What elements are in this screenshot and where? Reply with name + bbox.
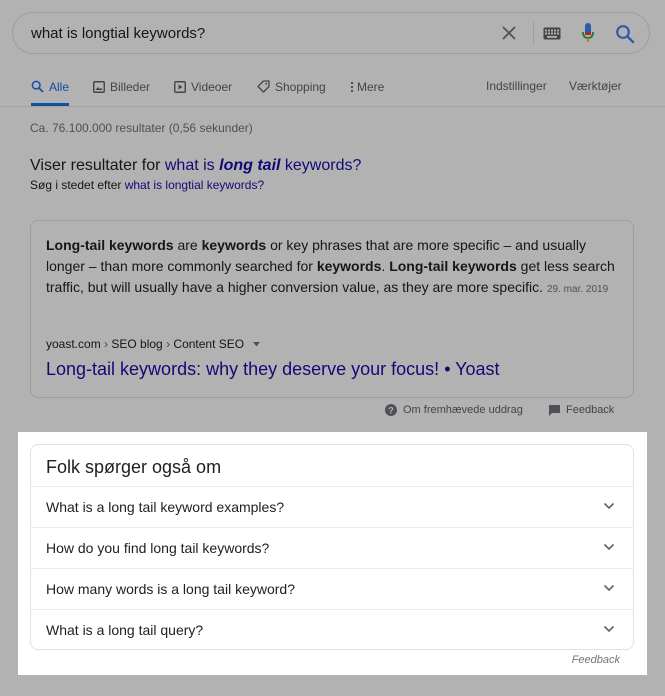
breadcrumb: yoast.com › SEO blog › Content SEO	[46, 337, 261, 351]
result-title-link[interactable]: Long-tail keywords: why they deserve you…	[46, 359, 500, 380]
search-box[interactable]: what is longtial keywords?	[12, 12, 650, 54]
search-icon	[31, 80, 44, 93]
svg-text:?: ?	[388, 405, 394, 415]
more-vert-icon	[350, 81, 354, 92]
search-box-divider	[533, 22, 534, 44]
corrected-query-link[interactable]: what is long tail keywords?	[165, 157, 362, 174]
chevron-down-icon[interactable]	[603, 542, 615, 552]
chevron-down-icon[interactable]	[603, 583, 615, 593]
snippet-text: Long-tail keywords are keywords or key p…	[46, 235, 626, 300]
snippet-keyword: Long-tail keywords	[46, 237, 174, 253]
paa-question[interactable]: How do you find long tail keywords?	[31, 527, 633, 568]
paa-feedback-link[interactable]: Feedback	[572, 654, 620, 666]
paa-title: Folk spørger også om	[46, 457, 222, 477]
search-icon[interactable]	[615, 24, 635, 44]
search-tabs: Alle Billeder Videoer Shopping Mere Inds…	[0, 76, 665, 107]
tab-more[interactable]: Mere	[350, 79, 384, 103]
snippet-feedback[interactable]: Feedback	[549, 404, 614, 416]
people-also-ask: Folk spørger også om What is a long tail…	[30, 444, 634, 650]
search-instead: Søg i stedet efter what is longtial keyw…	[30, 178, 265, 192]
clear-icon[interactable]	[500, 24, 518, 42]
snippet-date: 29. mar. 2019	[547, 284, 609, 295]
snippet-keyword: keywords	[316, 258, 382, 274]
keyboard-icon[interactable]	[543, 27, 561, 40]
image-icon	[93, 80, 105, 93]
result-stats: Ca. 76.100.000 resultater (0,56 sekunder…	[30, 121, 253, 135]
feedback-icon	[549, 404, 560, 416]
chevron-down-icon[interactable]	[603, 624, 615, 634]
tag-icon	[257, 80, 270, 93]
tab-shopping[interactable]: Shopping	[257, 79, 326, 103]
caret-down-icon[interactable]	[253, 342, 261, 347]
microphone-icon[interactable]	[581, 22, 595, 44]
tab-all[interactable]: Alle	[31, 79, 70, 106]
featured-snippet: Long-tail keywords are keywords or key p…	[30, 220, 634, 398]
tab-videos[interactable]: Videoer	[174, 79, 232, 103]
original-query-link[interactable]: what is longtial keywords?	[125, 178, 264, 192]
help-icon: ?	[385, 404, 397, 417]
snippet-text-part: are	[173, 237, 202, 253]
about-featured-snippets[interactable]: ? Om fremhævede uddrag	[385, 404, 523, 417]
snippet-keyword: keywords	[201, 237, 267, 253]
snippet-keyword: Long-tail keywords	[389, 258, 517, 274]
tools-link[interactable]: Værktøjer	[569, 79, 622, 103]
google-results-page: what is longtial keywords? Alle Billeder…	[0, 0, 665, 696]
chevron-down-icon[interactable]	[603, 501, 615, 511]
paa-question[interactable]: How many words is a long tail keyword?	[31, 568, 633, 609]
search-input[interactable]: what is longtial keywords?	[31, 25, 205, 42]
spelling-correction: Viser resultater for what is long tail k…	[30, 157, 362, 174]
tab-images[interactable]: Billeder	[93, 79, 150, 103]
settings-link[interactable]: Indstillinger	[486, 79, 547, 103]
paa-question[interactable]: What is a long tail keyword examples?	[31, 486, 633, 527]
paa-question[interactable]: What is a long tail query?	[31, 609, 633, 650]
video-icon	[174, 80, 186, 93]
